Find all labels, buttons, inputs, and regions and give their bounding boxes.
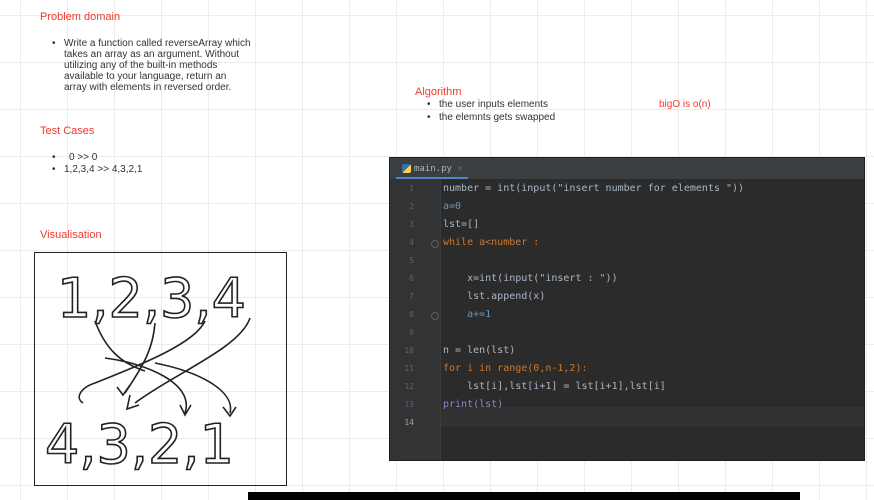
arrow-5 — [104, 357, 192, 417]
problem-line: Write a function called reverseArray whi… — [64, 38, 251, 49]
current-line-highlight — [441, 407, 864, 427]
python-file-icon — [402, 164, 411, 173]
code-text: for i in range(0,n-1,2): — [443, 363, 588, 374]
code-line-10[interactable]: n = len(lst) — [443, 345, 515, 357]
algorithm-text: the elemnts gets swapped — [439, 112, 556, 123]
code-text: a=0 — [443, 201, 462, 212]
line-number: 10 — [404, 346, 414, 355]
problem-domain-list: Write a function called reverseArray whi… — [52, 38, 292, 93]
tab-label: main.py — [414, 164, 452, 174]
algorithm-item: the user inputs elements — [427, 98, 627, 111]
bigo-label: bigO is o(n) — [659, 99, 711, 110]
test-case-item: 0 >> 0 — [52, 152, 252, 164]
code-text: lst.append(x) — [443, 291, 546, 302]
top-row-text: 1,2,3,4 — [57, 267, 246, 330]
code-line-6[interactable]: x=int(input("insert : ")) — [443, 273, 618, 285]
visualisation-heading: Visualisation — [40, 229, 102, 241]
fold-marker-icon[interactable] — [431, 312, 439, 320]
code-line-3[interactable]: lst=[] — [443, 219, 479, 231]
line-number: 8 — [409, 310, 414, 319]
line-number: 12 — [404, 382, 414, 391]
code-text: x=int(input("insert : ")) — [443, 273, 618, 284]
line-number: 14 — [404, 418, 414, 427]
line-number: 6 — [409, 274, 414, 283]
editor-tab-bar: main.py × — [390, 158, 864, 180]
code-line-1[interactable]: number = int(input("insert number for el… — [443, 183, 744, 195]
code-text: n = len(lst) — [443, 345, 516, 356]
code-line-11[interactable]: for i in range(0,n-1,2): — [443, 363, 588, 375]
code-text: number = int(input("insert number for el… — [443, 183, 745, 194]
code-text: print(lst) — [443, 399, 504, 410]
line-number-gutter: 1 2 3 4 5 6 7 8 9 10 11 12 13 14 — [390, 179, 441, 460]
line-number: 2 — [409, 202, 414, 211]
tab-main-py[interactable]: main.py × — [396, 161, 469, 179]
code-text: lst=[] — [443, 219, 480, 230]
code-text: a+=1 — [443, 309, 492, 320]
code-line-4[interactable]: while a<number : — [443, 237, 539, 249]
test-cases-list: 0 >> 0 1,2,3,4 >> 4,3,2,1 — [52, 152, 252, 176]
line-number: 1 — [409, 184, 414, 193]
bottom-row-text: 4,3,2,1 — [45, 413, 234, 476]
code-line-13[interactable]: print(lst) — [443, 399, 503, 411]
line-number: 5 — [409, 256, 414, 265]
problem-line: available to your language, return an — [64, 71, 227, 82]
arrow-4 — [125, 317, 251, 411]
code-editor[interactable]: main.py × 1 2 3 4 5 6 7 8 9 10 11 12 13 1… — [389, 157, 865, 461]
test-case-text: 1,2,3,4 >> 4,3,2,1 — [64, 164, 143, 175]
code-line-8[interactable]: a+=1 — [443, 309, 491, 321]
algorithm-list: the user inputs elements the elemnts get… — [427, 98, 627, 124]
problem-domain-item: Write a function called reverseArray whi… — [52, 38, 292, 93]
line-number: 7 — [409, 292, 414, 301]
bottom-black-bar — [248, 492, 800, 500]
arrow-3 — [78, 320, 206, 404]
line-number: 4 — [409, 238, 414, 247]
algorithm-heading: Algorithm — [415, 86, 462, 98]
code-text: lst[i],lst[i+1] = lst[i+1],lst[i] — [443, 381, 666, 392]
test-case-text: 0 >> 0 — [69, 152, 98, 163]
code-line-2[interactable]: a=0 — [443, 201, 461, 213]
problem-line: utilizing any of the built-in methods — [64, 60, 218, 71]
visualisation-sketch: 1,2,3,4 4,3,2,1 — [34, 252, 287, 486]
code-line-12[interactable]: lst[i],lst[i+1] = lst[i+1],lst[i] — [443, 381, 666, 393]
close-tab-icon[interactable]: × — [457, 164, 462, 174]
test-cases-heading: Test Cases — [40, 125, 95, 137]
test-case-item: 1,2,3,4 >> 4,3,2,1 — [52, 164, 252, 176]
line-number: 3 — [409, 220, 414, 229]
visualisation-drawing: 1,2,3,4 4,3,2,1 — [44, 266, 251, 477]
arrow-2 — [116, 322, 156, 397]
code-line-7[interactable]: lst.append(x) — [443, 291, 545, 303]
line-number: 9 — [409, 328, 414, 337]
problem-line: takes an array as an argument. Without — [64, 49, 240, 60]
arrow-6 — [154, 362, 237, 418]
line-number: 13 — [404, 400, 414, 409]
algorithm-item: the elemnts gets swapped — [427, 111, 627, 124]
problem-line: array with elements in reversed order. — [64, 82, 232, 93]
algorithm-text: the user inputs elements — [439, 99, 548, 110]
fold-marker-icon[interactable] — [431, 240, 439, 248]
problem-domain-heading: Problem domain — [40, 11, 121, 23]
code-text: while a<number : — [443, 237, 540, 248]
line-number: 11 — [404, 364, 414, 373]
